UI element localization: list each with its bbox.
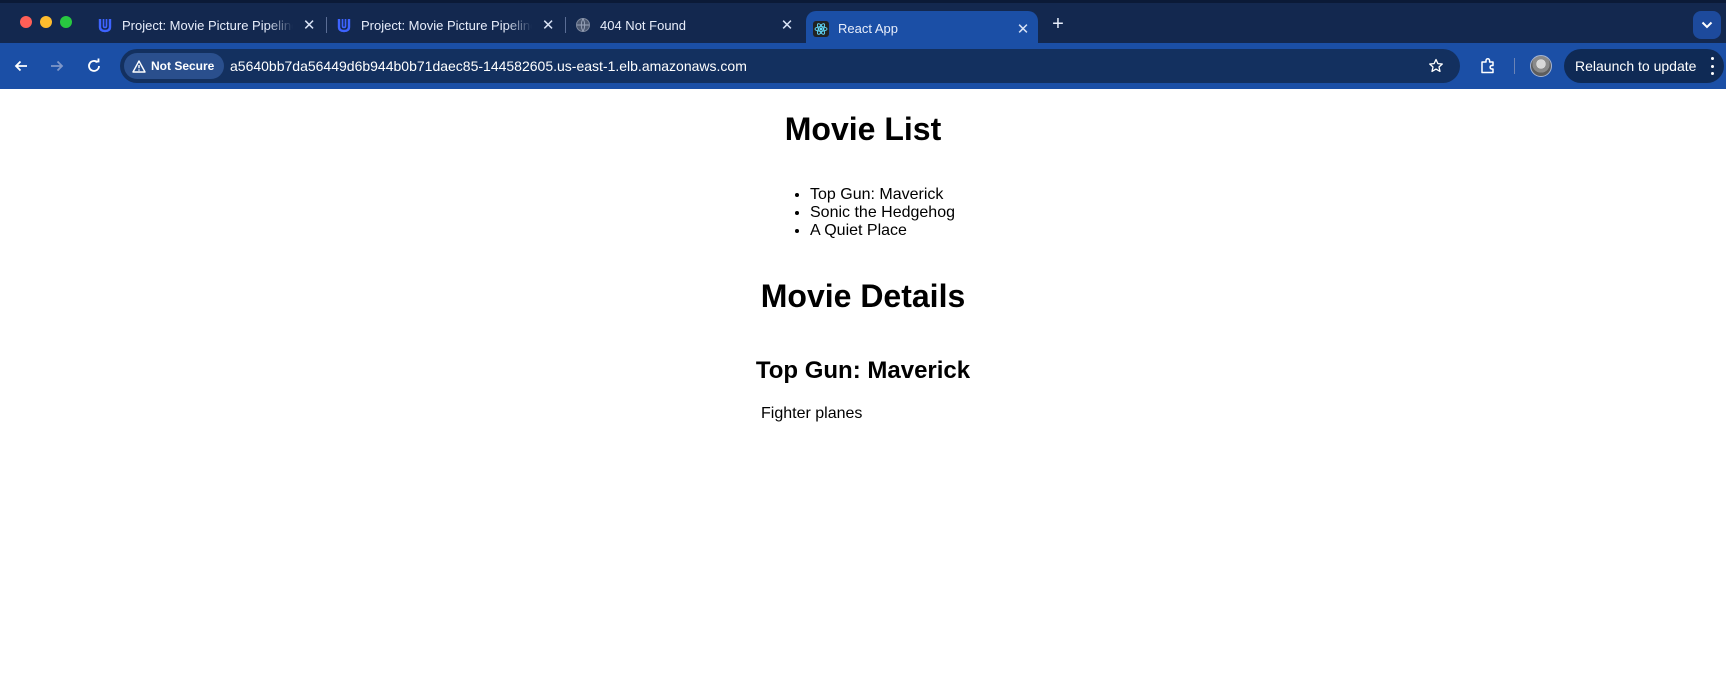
- selected-movie-title: Top Gun: Maverick: [755, 357, 971, 384]
- extensions-button[interactable]: [1476, 54, 1500, 78]
- tab-separator: [565, 17, 566, 33]
- forward-button[interactable]: [44, 53, 70, 79]
- window-close-button[interactable]: [20, 16, 32, 28]
- movie-list: Top Gun: Maverick Sonic the Hedgehog A Q…: [810, 186, 955, 240]
- tab-title: 404 Not Found: [600, 17, 687, 33]
- tab-strip: Project: Movie Picture Pipeline ✕ Projec…: [0, 0, 1726, 46]
- arrow-left-icon: [14, 60, 27, 72]
- tab-title: Project: Movie Picture Pipeline: [361, 17, 533, 33]
- back-button[interactable]: [8, 53, 34, 79]
- relaunch-to-update-button[interactable]: Relaunch to update: [1564, 49, 1724, 83]
- close-icon[interactable]: ✕: [301, 17, 317, 34]
- more-vertical-icon[interactable]: [1709, 57, 1715, 75]
- window-zoom-button[interactable]: [60, 16, 72, 28]
- chevron-down-icon: [1701, 21, 1713, 29]
- reload-button[interactable]: [81, 53, 107, 79]
- tab-react-app-content[interactable]: React App ✕: [813, 11, 1031, 46]
- movie-list-item[interactable]: A Quiet Place: [810, 222, 955, 240]
- warning-icon: [132, 59, 146, 73]
- profile-avatar[interactable]: [1530, 55, 1552, 77]
- tab-separator: [326, 17, 327, 33]
- relaunch-label: Relaunch to update: [1575, 58, 1697, 74]
- close-icon[interactable]: ✕: [779, 17, 795, 34]
- globe-icon: [575, 17, 591, 33]
- tab-title: React App: [838, 21, 898, 36]
- address-bar[interactable]: Not Secure a5640bb7da56449d6b944b0b71dae…: [120, 49, 1460, 83]
- tab-404-not-found[interactable]: 404 Not Found ✕: [575, 7, 795, 43]
- url-text[interactable]: a5640bb7da56449d6b944b0b71daec85-1445826…: [230, 58, 747, 74]
- close-icon[interactable]: ✕: [1015, 21, 1031, 38]
- selected-movie-description: Fighter planes: [761, 405, 863, 422]
- toolbar-divider: [1514, 58, 1515, 74]
- puzzle-icon: [1481, 57, 1494, 74]
- close-icon[interactable]: ✕: [540, 17, 556, 34]
- arrow-right-icon: [51, 60, 64, 72]
- tab-search-button[interactable]: [1693, 11, 1721, 39]
- movie-list-item[interactable]: Top Gun: Maverick: [810, 186, 955, 204]
- tab-title: Project: Movie Picture Pipeline: [122, 17, 294, 33]
- udacity-icon: [97, 17, 113, 33]
- browser-toolbar: Not Secure a5640bb7da56449d6b944b0b71dae…: [0, 43, 1726, 89]
- page-content: Movie List Top Gun: Maverick Sonic the H…: [0, 89, 1726, 695]
- reload-icon: [88, 58, 100, 72]
- window-minimize-button[interactable]: [40, 16, 52, 28]
- movie-details-heading: Movie Details: [760, 278, 966, 314]
- movie-list-heading: Movie List: [784, 111, 942, 147]
- tab-project-movie-picture-pipeline-2[interactable]: Project: Movie Picture Pipeline ✕: [336, 7, 556, 43]
- react-icon: [813, 20, 829, 37]
- security-indicator[interactable]: Not Secure: [124, 53, 225, 79]
- security-label: Not Secure: [151, 59, 215, 73]
- bookmark-star-icon[interactable]: [1426, 56, 1446, 76]
- tab-project-movie-picture-pipeline-1[interactable]: Project: Movie Picture Pipeline ✕: [97, 7, 317, 43]
- udacity-icon: [336, 17, 352, 33]
- movie-list-item[interactable]: Sonic the Hedgehog: [810, 204, 955, 222]
- new-tab-button[interactable]: +: [1047, 13, 1069, 35]
